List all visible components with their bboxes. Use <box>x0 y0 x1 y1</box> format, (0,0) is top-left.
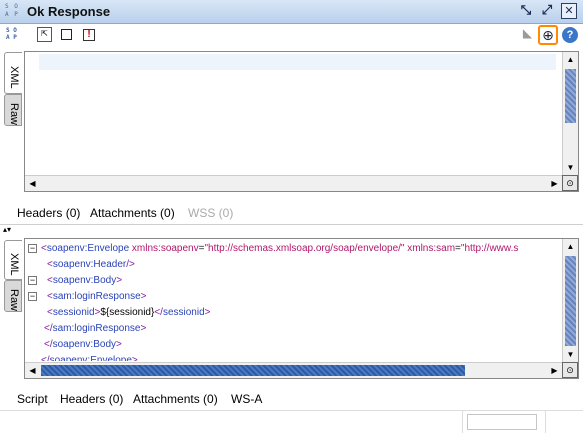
scroll-left-icon[interactable]: ◀ <box>25 176 40 191</box>
request-bottom-tabs: Headers (0) Attachments (0) WSS (0) <box>0 201 583 225</box>
xml-line: <sam:loginResponse> <box>47 289 147 305</box>
request-tab-wss: WSS (0) <box>188 206 234 220</box>
xml-token: "http://www.s <box>460 243 519 254</box>
crosshair-icon[interactable]: ⊕ <box>538 25 558 45</box>
scroll-down-icon[interactable]: ▼ <box>563 347 578 362</box>
request-tab-xml-label: XML <box>8 66 20 89</box>
scroll-left-icon[interactable]: ◀ <box>25 363 40 378</box>
xml-token: soapenv:Body <box>52 275 117 286</box>
current-line-highlight <box>39 54 556 70</box>
request-vertical-thumb[interactable] <box>565 69 576 123</box>
xml-token: sam:loginResponse <box>52 291 141 302</box>
request-tab-headers[interactable]: Headers (0) <box>17 206 80 220</box>
xml-content: − <soapenv:Envelope xmlns:soapenv="http:/… <box>25 239 561 361</box>
checkbox-icon[interactable] <box>61 29 72 40</box>
xml-token: "http://schemas.xmlsoap.org/soap/envelop… <box>204 243 405 254</box>
xml-token: > <box>204 307 211 318</box>
response-tab-wsa[interactable]: WS-A <box>231 392 262 406</box>
request-horizontal-scrollbar[interactable]: ◀ ▶ <box>25 175 578 191</box>
xml-line: <sessionid>${sessionid}</sessionid> <box>47 305 211 321</box>
request-editor[interactable]: ▲ ▼ ◀ ▶ ⊙ <box>24 51 579 192</box>
status-divider <box>545 411 546 433</box>
status-divider <box>462 411 463 433</box>
response-tab-headers[interactable]: Headers (0) <box>60 392 123 406</box>
xml-token: sessionid <box>162 307 205 318</box>
xml-token: xmlns:sam <box>407 243 456 254</box>
xml-token: ${sessionid} <box>100 307 155 318</box>
xml-token: </ <box>44 339 53 350</box>
close-icon[interactable]: ✕ <box>561 3 577 19</box>
restore-icon[interactable]: ⤡ <box>518 3 534 19</box>
zoom-icon[interactable]: ⊙ <box>562 175 578 191</box>
splitter-arrows-icon[interactable]: ▴▾ <box>3 226 11 234</box>
help-icon[interactable]: ? <box>562 27 578 43</box>
request-tab-raw-label: Raw <box>8 103 20 126</box>
response-editor[interactable]: − <soapenv:Envelope xmlns:soapenv="http:/… <box>24 238 579 379</box>
xml-token: sessionid <box>52 307 95 318</box>
scroll-right-icon[interactable]: ▶ <box>547 176 562 191</box>
response-tab-raw-label: Raw <box>8 289 20 312</box>
response-vertical-tabs: XML Raw <box>4 238 24 378</box>
xml-token: > <box>131 355 138 361</box>
xml-line: <soapenv:Envelope xmlns:soapenv="http://… <box>41 241 518 257</box>
fold-toggle-icon[interactable]: − <box>28 244 37 253</box>
xml-token: soapenv:Header <box>52 259 127 270</box>
response-horizontal-scrollbar[interactable]: ◀ ▶ <box>25 362 578 378</box>
xml-line: </soapenv:Body> <box>44 337 122 353</box>
scroll-right-icon[interactable]: ▶ <box>547 363 562 378</box>
fold-toggle-icon[interactable]: − <box>28 276 37 285</box>
response-vertical-scrollbar[interactable]: ▲ ▼ <box>562 239 578 362</box>
response-tab-script[interactable]: Script <box>17 392 48 406</box>
response-vertical-thumb[interactable] <box>565 256 576 346</box>
request-vertical-tabs: XML Raw <box>4 48 24 188</box>
response-horizontal-thumb[interactable] <box>41 365 465 376</box>
xml-token: sam:loginResponse <box>52 323 141 334</box>
scroll-up-icon[interactable]: ▲ <box>563 239 578 254</box>
window-title: Ok Response <box>27 4 111 19</box>
response-tab-attachments[interactable]: Attachments (0) <box>133 392 218 406</box>
xml-token: </ <box>41 355 50 361</box>
xml-token: > <box>116 339 122 350</box>
request-vertical-scrollbar[interactable]: ▲ ▼ <box>562 52 578 175</box>
request-tab-attachments[interactable]: Attachments (0) <box>90 206 175 220</box>
xml-token: /> <box>126 259 135 270</box>
status-bar <box>0 410 583 433</box>
xml-token: soapenv:Envelope <box>46 243 130 254</box>
xml-line: <soapenv:Body> <box>47 273 122 289</box>
response-tab-xml[interactable]: XML <box>4 240 22 280</box>
xml-token: > <box>140 291 147 302</box>
scroll-down-icon[interactable]: ▼ <box>563 160 578 175</box>
detach-icon[interactable]: ⤢ <box>539 3 555 19</box>
xml-token: </ <box>44 323 53 334</box>
status-box <box>467 414 537 430</box>
splitter[interactable] <box>0 224 583 225</box>
response-tab-raw[interactable]: Raw <box>4 280 22 312</box>
soap-window-icon: S OA P <box>5 3 19 18</box>
xml-token: > <box>116 275 123 286</box>
xml-token: xmlns:soapenv <box>131 243 199 254</box>
request-tab-raw[interactable]: Raw <box>4 94 22 126</box>
request-tab-xml[interactable]: XML <box>4 52 22 94</box>
soap-icon[interactable]: S OA P <box>6 27 21 42</box>
xml-line: <soapenv:Header/> <box>47 257 135 273</box>
response-tab-xml-label: XML <box>8 253 20 276</box>
xml-line: </soapenv:Envelope> <box>41 353 138 361</box>
xml-line: </sam:loginResponse> <box>44 321 146 337</box>
scroll-up-icon[interactable]: ▲ <box>563 52 578 67</box>
xml-token: </ <box>154 307 163 318</box>
alert-icon[interactable]: ! <box>83 29 95 41</box>
response-bottom-tabs: Script Headers (0) Attachments (0) WS-A <box>0 387 583 411</box>
xml-token: soapenv:Body <box>52 339 117 350</box>
toolbar: S OA P ⇱ ! ◣ ⊕ ? <box>0 24 583 46</box>
tool-icon[interactable]: ◣ <box>520 27 535 42</box>
title-bar: S OA P Ok Response ⤡ ⤢ ✕ <box>0 0 583 24</box>
zoom-icon[interactable]: ⊙ <box>562 362 578 378</box>
fold-toggle-icon[interactable]: − <box>28 292 37 301</box>
xml-token: soapenv:Envelope <box>49 355 132 361</box>
xml-token: > <box>140 323 147 334</box>
open-icon[interactable]: ⇱ <box>37 27 52 42</box>
